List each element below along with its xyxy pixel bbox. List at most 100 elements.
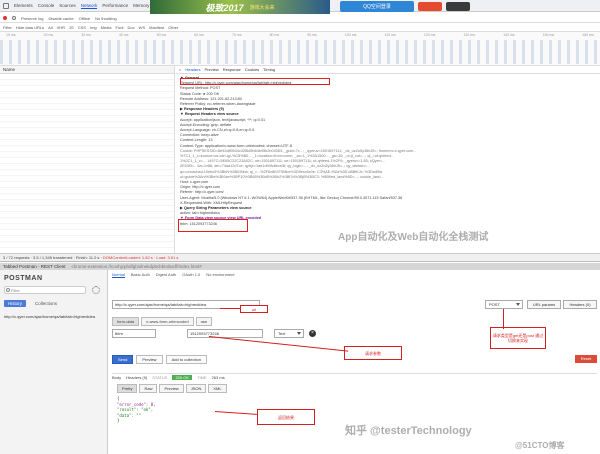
detail-tab-cookies[interactable]: Cookies (245, 67, 259, 72)
param-type-select[interactable]: Text (274, 329, 304, 338)
status-timing: DOMContentLoaded: 1.82 s · Load: 3.91 s (102, 255, 179, 260)
filter-filter[interactable]: Filter (3, 25, 12, 30)
view-preview[interactable]: Preview (159, 384, 184, 393)
inspect-icon[interactable] (3, 2, 9, 9)
method-select[interactable]: POST (485, 300, 523, 309)
history-item[interactable]: http://c.qyer.com/ajax/home/qa/tab/tab=h… (4, 314, 104, 319)
annotation-url-arrow (220, 308, 240, 309)
headers-content: ▼ General Request URL: http://c.qyer.com/… (176, 74, 600, 229)
auth-tab-oauth-1-0[interactable]: OAuth 1.0 (182, 272, 200, 278)
filter-all[interactable]: All (48, 25, 52, 30)
headers-button[interactable]: Headers (0) (563, 300, 597, 309)
remove-param-icon[interactable]: × (309, 330, 316, 337)
annotation-url: url (240, 305, 268, 313)
clear-icon[interactable] (12, 16, 16, 20)
window-url: chrome-extension://coohjcphdfgbiolnekdpb… (71, 264, 202, 269)
view-json[interactable]: JSON (185, 384, 207, 393)
tab-collections[interactable]: Collections (31, 300, 61, 307)
tab-elements[interactable]: Elements (14, 3, 33, 8)
method-value: POST (489, 302, 500, 307)
request-actions: Send Preview Add to collection (112, 355, 207, 364)
filter-manifest[interactable]: Manifest (149, 25, 164, 30)
timeline-tick: 50 ms (156, 33, 167, 37)
response-view-tabs: Pretty Raw Preview JSON XML (117, 384, 227, 393)
tab-form-data[interactable]: form-data (112, 317, 140, 326)
filter-font[interactable]: Font (116, 25, 124, 30)
param-value-input[interactable]: 1512093773246 (187, 329, 263, 338)
toolbar-offline[interactable]: Offline (79, 16, 91, 21)
auth-tab-no-environment[interactable]: No environment (206, 272, 234, 278)
filter-doc[interactable]: Doc (128, 25, 135, 30)
toolbar-no-throttling[interactable]: No throttling (95, 16, 117, 21)
detail-tab-timing[interactable]: Timing (263, 67, 275, 72)
tab-urlencoded[interactable]: x-www-form-urlencoded (141, 317, 194, 326)
filter-other[interactable]: Other (168, 25, 178, 30)
red-button[interactable] (418, 2, 442, 11)
filter-ws[interactable]: WS (139, 25, 145, 30)
toolbar-disable-cache[interactable]: Disable cache (48, 16, 73, 21)
tab-network[interactable]: Network (80, 3, 98, 9)
toolbar-preserve-log[interactable]: Preserve log (21, 16, 43, 21)
auth-tab-normal[interactable]: Normal (112, 272, 125, 278)
url-params-button[interactable]: URL params (527, 300, 561, 309)
view-raw[interactable]: Raw (139, 384, 158, 393)
status-summary: 3 / 72 requests · 3.5 / 1,345 transferre… (3, 255, 103, 260)
reset-button[interactable]: Reset (575, 355, 597, 363)
ad-subtitle: 游戏大会来 (249, 4, 275, 11)
response-body-tab[interactable]: Body (112, 375, 121, 380)
qq-login-label: QQ空间登录 (363, 4, 391, 10)
postman-window: Tabbed Postman - REST Client chrome-exte… (0, 263, 600, 454)
network-timeline[interactable]: 10 ms 20 ms 30 ms 40 ms 50 ms 60 ms 70 ms 80 ms… (0, 32, 600, 66)
window-buttons (418, 2, 470, 11)
response-headers-tab[interactable]: Headers (9) (126, 375, 147, 380)
detail-tab-response[interactable]: Response (223, 67, 241, 72)
send-button[interactable]: Send (112, 355, 134, 364)
timeline-tick: 150 ms (542, 33, 555, 37)
tab-raw[interactable]: raw (195, 317, 213, 326)
preview-button[interactable]: Preview (136, 355, 163, 364)
gear-icon[interactable] (92, 286, 100, 294)
tab-sources[interactable]: Sources (59, 3, 76, 8)
param-key-input[interactable]: tbtm (112, 329, 156, 338)
dark-button[interactable] (446, 2, 470, 11)
filter-js[interactable]: JS (69, 25, 74, 30)
watermark-bottom-1: 知乎 @testerTechnology (345, 425, 472, 437)
filter-media[interactable]: Media (101, 25, 112, 30)
ad-title: 极致2017 (205, 2, 244, 13)
window-title: Tabbed Postman - REST Client (3, 264, 66, 269)
detail-tab-headers[interactable]: Headers (185, 67, 200, 72)
tab-memory[interactable]: Memory (133, 3, 149, 8)
search-placeholder: Filter (11, 288, 20, 293)
timeline-tick: 60 ms (194, 33, 204, 37)
detail-tabs: × Headers Preview Response Cookies Timing (176, 66, 600, 74)
view-pretty[interactable]: Pretty (117, 384, 138, 393)
tab-history[interactable]: History (4, 300, 27, 307)
add-to-collection-button[interactable]: Add to collection (165, 355, 207, 364)
tab-console[interactable]: Console (38, 3, 55, 8)
postman-titlebar: Tabbed Postman - REST Client chrome-exte… (0, 263, 600, 270)
time-value: 263 ms (211, 375, 225, 380)
view-xml[interactable]: XML (208, 384, 227, 393)
filter-xhr[interactable]: XHR (57, 25, 65, 30)
filter-css[interactable]: CSS (78, 25, 86, 30)
filter-hide-data-urls[interactable]: Hide data URLs (16, 25, 44, 30)
close-icon[interactable]: × (179, 67, 181, 72)
auth-tab-basic-auth[interactable]: Basic Auth (131, 272, 150, 278)
detail-tab-preview[interactable]: Preview (204, 67, 218, 72)
status-label: STATUS (152, 375, 168, 380)
annotation-method-label: 请求类型是get还是post 通过切换来实现 (492, 333, 544, 343)
auth-tab-digest-auth[interactable]: Digest Auth (156, 272, 176, 278)
sidebar-search-input[interactable]: Filter (4, 286, 86, 294)
filter-img[interactable]: Img (90, 25, 97, 30)
form-data-highlight (178, 219, 248, 232)
ad-banner[interactable]: 极致2017 游戏大会来 (150, 0, 330, 14)
body-type-tabs: form-data x-www-form-urlencoded raw (112, 317, 213, 326)
tab-performance[interactable]: Performance (102, 3, 128, 8)
request-url-highlight (180, 78, 330, 85)
annotation-url-label: url (251, 306, 257, 312)
qq-login-button[interactable]: QQ空间登录 (340, 1, 414, 12)
record-icon[interactable] (3, 16, 7, 20)
name-column-header[interactable]: Name (0, 66, 174, 74)
devtools-panel: Elements Console Sources Network Performance… (0, 0, 600, 262)
postman-sidebar: POSTMAN Filter History Collections http:… (0, 270, 108, 454)
